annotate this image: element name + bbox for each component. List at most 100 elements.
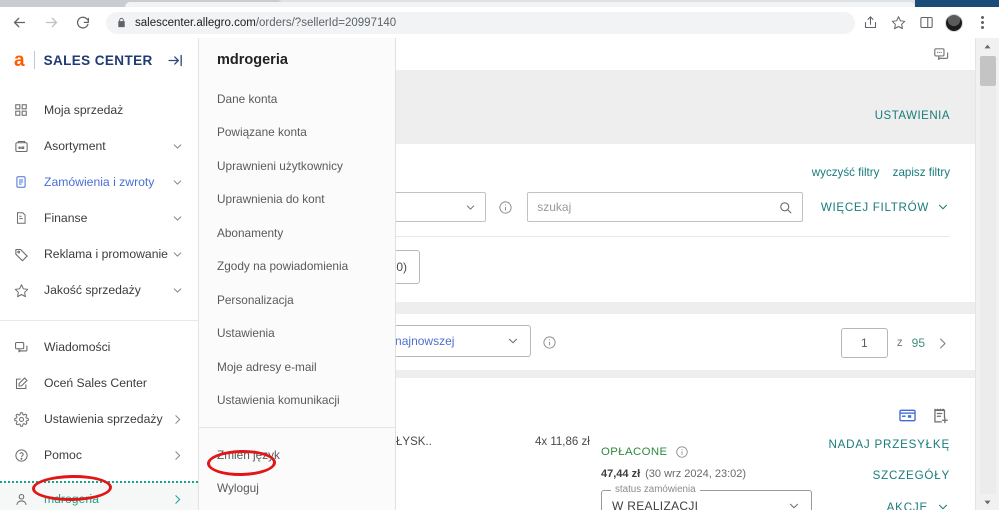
account-menu-item-wyloguj[interactable]: Wyloguj — [199, 472, 395, 506]
account-panel-footer: Zmień język Wyloguj — [199, 438, 395, 505]
sidebar-item-jakosc-sprzedazy[interactable]: Jakość sprzedaży — [0, 272, 198, 308]
browser-toolbar-icons — [855, 10, 999, 36]
chevron-right-icon[interactable] — [171, 413, 184, 426]
scrollbar-thumb[interactable] — [980, 56, 996, 86]
page-number-input[interactable]: 1 — [840, 328, 888, 358]
brand-logo[interactable]: a SALES CENTER — [0, 38, 198, 82]
main-content: USTAWIENIA wyczyść filtry zapisz filtry — [396, 38, 975, 510]
account-menu-item-zmien-jezyk[interactable]: Zmień język — [199, 438, 395, 472]
scroll-down-arrow-icon[interactable] — [976, 494, 999, 510]
edit-square-icon — [14, 376, 36, 391]
more-filters-button[interactable]: WIĘCEJ FILTRÓW — [821, 200, 950, 214]
star-icon — [14, 283, 36, 298]
url-path: /orders/?sellerId=20997140 — [255, 16, 397, 29]
tag-icon — [14, 247, 36, 262]
filter-select[interactable] — [396, 192, 487, 222]
account-menu-item-personalizacja[interactable]: Personalizacja — [199, 283, 395, 317]
account-menu-item-ustawienia-komunikacji[interactable]: Ustawienia komunikacji — [199, 384, 395, 418]
back-button[interactable] — [6, 10, 32, 36]
info-circle-icon[interactable] — [675, 445, 689, 459]
sidebar-item-label: Zamówienia i zwroty — [44, 175, 155, 189]
order-quick-icons — [898, 406, 950, 425]
account-menu-item-dane-konta[interactable]: Dane konta — [199, 82, 395, 116]
chevron-down-icon[interactable] — [171, 284, 184, 297]
info-circle-icon[interactable] — [542, 335, 557, 350]
sidebar-item-account-mdrogeria[interactable]: mdrogeria — [0, 481, 198, 510]
chevron-down-icon — [787, 499, 801, 510]
pagination: 1 z 95 — [840, 328, 950, 358]
app-sidebar: a SALES CENTER Moja sprzedaż Asortyment … — [0, 38, 199, 510]
account-menu-item-zgody-na-powiadomienia[interactable]: Zgody na powiadomienia — [199, 250, 395, 284]
sidebar-item-label: Finanse — [44, 211, 88, 225]
chevron-down-icon — [506, 334, 520, 348]
scroll-up-arrow-icon[interactable] — [976, 38, 999, 54]
brand-divider — [33, 51, 35, 69]
sidebar-item-asortyment[interactable]: Asortyment — [0, 128, 198, 164]
order-action-nadaj-przesylke[interactable]: NADAJ PRZESYŁKĘ — [828, 438, 950, 451]
chevron-down-icon[interactable] — [171, 140, 184, 153]
address-bar[interactable]: salescenter.allegro.com/orders/?sellerId… — [106, 11, 855, 34]
chat-icon — [14, 340, 36, 355]
browser-toolbar: salescenter.allegro.com/orders/?sellerId… — [0, 7, 999, 38]
brand-name: SALES CENTER — [43, 52, 153, 68]
url-domain: salescenter.allegro.com — [135, 16, 256, 29]
settings-link[interactable]: USTAWIENIA — [875, 110, 950, 122]
box-icon — [14, 139, 36, 154]
sidebar-item-ustawienia-sprzedazy[interactable]: Ustawienia sprzedaży — [0, 401, 198, 437]
info-circle-icon[interactable] — [498, 200, 513, 215]
page-header-band: USTAWIENIA — [396, 70, 975, 144]
scrollbar-track[interactable] — [980, 86, 996, 494]
search-input[interactable]: szukaj — [527, 192, 803, 222]
chevron-right-icon[interactable] — [171, 493, 184, 506]
reload-button[interactable] — [70, 10, 96, 36]
collapse-sidebar-icon[interactable] — [167, 52, 184, 69]
page-viewport: a SALES CENTER Moja sprzedaż Asortyment … — [0, 38, 999, 510]
sidebar-item-label: mdrogeria — [44, 492, 99, 506]
pagination-total-pages: 95 — [911, 336, 925, 350]
share-icon[interactable] — [857, 10, 883, 36]
gear-icon — [14, 411, 36, 427]
address-bar-url: salescenter.allegro.com/orders/?sellerId… — [135, 17, 396, 29]
account-menu-item-moje-adresy-email[interactable]: Moje adresy e-mail — [199, 350, 395, 384]
browser-tab-strip[interactable] — [0, 0, 999, 7]
three-dot-menu-icon[interactable] — [969, 10, 995, 36]
avatar[interactable] — [941, 10, 967, 36]
next-page-button[interactable] — [935, 336, 950, 351]
page-scrollbar[interactable] — [975, 38, 999, 510]
chevron-right-icon[interactable] — [171, 449, 184, 462]
chevron-down-icon[interactable] — [171, 176, 184, 189]
sidebar-item-wiadomosci[interactable]: Wiadomości — [0, 329, 198, 365]
filters-card: wyczyść filtry zapisz filtry szukaj WIĘC… — [396, 144, 975, 302]
filter-chip-zwrot-prowizji[interactable]: o zwrot prowizji (0) — [396, 250, 421, 284]
sort-select[interactable]: ortuj ata sprzedaży: od najnowszej — [396, 325, 531, 357]
side-panel-icon[interactable] — [913, 10, 939, 36]
sidebar-item-moja-sprzedaz[interactable]: Moja sprzedaż — [0, 92, 198, 128]
browser-window-controls[interactable] — [915, 0, 999, 7]
search-placeholder: szukaj — [537, 200, 572, 214]
account-menu-item-ustawienia[interactable]: Ustawienia — [199, 317, 395, 351]
parcel-label-icon[interactable] — [898, 406, 917, 425]
order-status-select[interactable]: status zamówienia W REALIZACJI — [601, 484, 812, 510]
chevron-down-icon[interactable] — [171, 248, 184, 261]
sidebar-item-label: Asortyment — [44, 139, 106, 153]
forward-button[interactable] — [38, 10, 64, 36]
sidebar-item-ocen-sales-center[interactable]: Oceń Sales Center — [0, 365, 198, 401]
sidebar-item-finanse[interactable]: Finanse — [0, 200, 198, 236]
order-payment-status: OPŁACONE — [601, 445, 689, 459]
sidebar-item-pomoc[interactable]: Pomoc — [0, 437, 198, 473]
add-note-icon[interactable] — [931, 406, 950, 425]
save-filters-link[interactable]: zapisz filtry — [893, 166, 950, 179]
order-action-szczegoly[interactable]: SZCZEGÓŁY — [828, 469, 950, 482]
account-menu-item-uprawnieni-uzytkownicy[interactable]: Uprawnieni użytkownicy — [199, 149, 395, 183]
sidebar-item-reklama-i-promowanie[interactable]: Reklama i promowanie — [0, 236, 198, 272]
search-icon[interactable] — [778, 200, 793, 215]
clear-filters-link[interactable]: wyczyść filtry — [812, 166, 880, 179]
order-action-akcje[interactable]: AKCJE — [828, 500, 950, 510]
account-menu-item-uprawnienia-do-kont[interactable]: Uprawnienia do kont — [199, 183, 395, 217]
sidebar-item-zamowienia-i-zwroty[interactable]: Zamówienia i zwroty — [0, 164, 198, 200]
star-icon[interactable] — [885, 10, 911, 36]
chevron-down-icon[interactable] — [171, 212, 184, 225]
account-menu-item-abonamenty[interactable]: Abonamenty — [199, 216, 395, 250]
chat-bubble-icon[interactable] — [933, 46, 950, 63]
account-menu-item-powiazane-konta[interactable]: Powiązane konta — [199, 116, 395, 150]
